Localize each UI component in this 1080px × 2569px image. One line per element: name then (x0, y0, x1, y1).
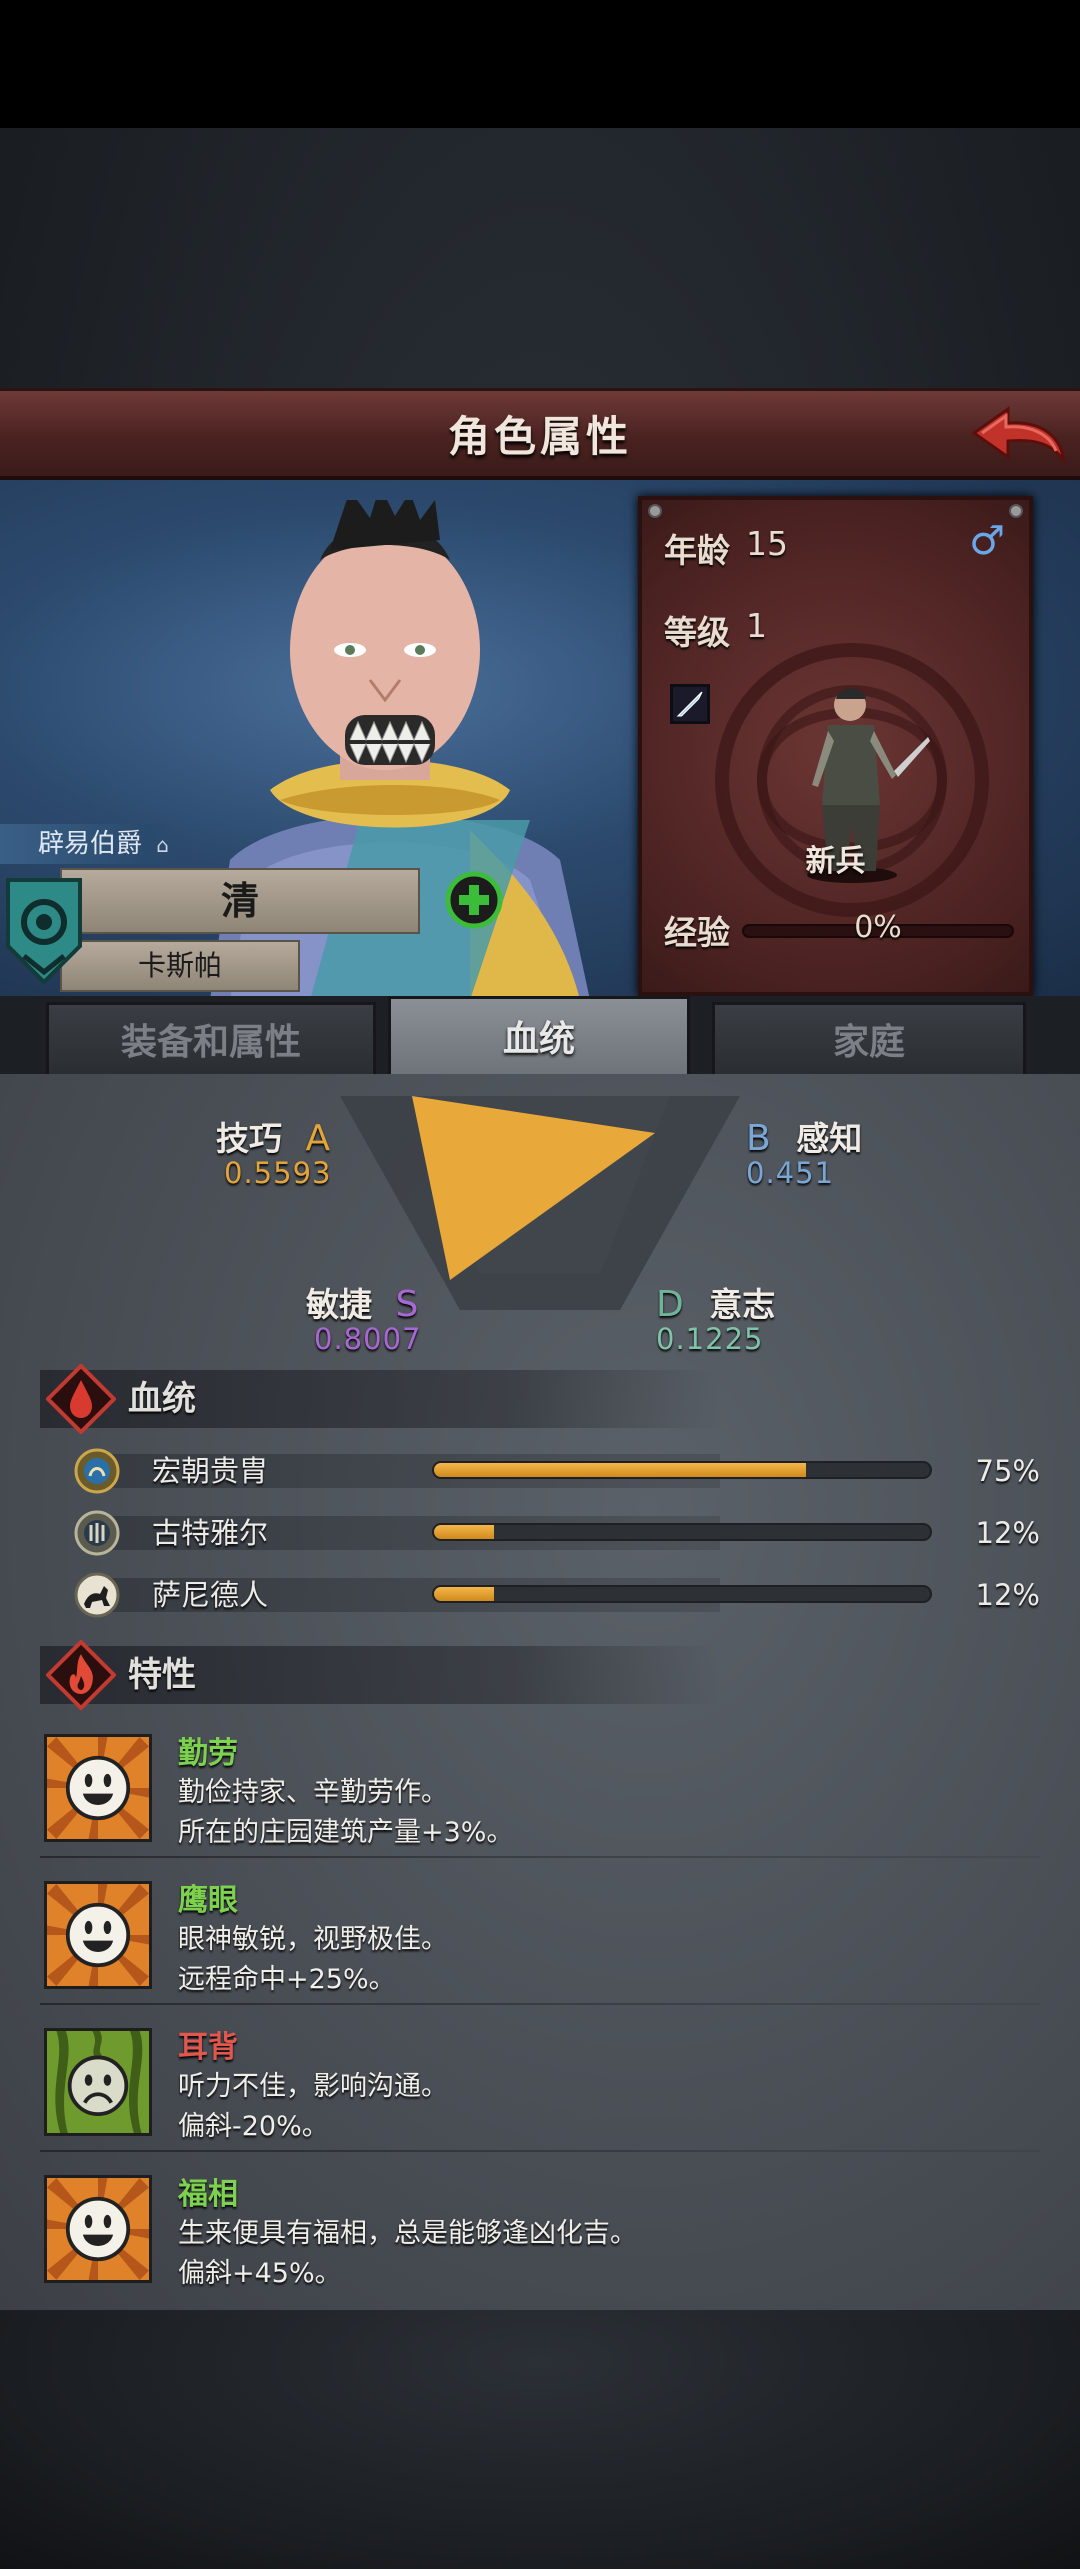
bloodline-row: 古特雅尔 12% (40, 1508, 1050, 1558)
bloodline-name: 萨尼德人 (152, 1578, 269, 1612)
happy-face-icon (44, 1881, 152, 1989)
flame-icon (46, 1640, 116, 1710)
character-name: 清 (220, 879, 259, 923)
age-value: 15 (746, 524, 788, 563)
trait-item[interactable]: 耳背 听力不佳，影响沟通。 偏斜-20%。 (40, 2020, 1040, 2152)
bloodline-content: 技巧 A 0.5593 B 感知 0.451 敏捷 S 0.8007 D 意志 … (0, 1074, 1080, 2310)
noble-title: 辟易伯爵 (38, 829, 143, 859)
tab-bar: 装备和属性 血统 家庭 (0, 996, 1080, 1078)
traits-section-title: 特性 (128, 1655, 196, 1695)
trait-effect: 远程命中+25%。 (178, 1964, 396, 1995)
tab-family[interactable]: 家庭 (712, 1002, 1026, 1078)
crown-icon: ⌂ (156, 833, 169, 857)
trait-name: 耳背 (178, 2030, 238, 2065)
rank-name: 新兵 (805, 844, 866, 879)
skill-label: 技巧 A (216, 1118, 331, 1159)
bloodline-section-header: 血统 (40, 1364, 720, 1434)
page-title: 角色属性 (447, 412, 632, 461)
pin-icon (1009, 504, 1023, 518)
back-arrow-icon[interactable] (968, 403, 1068, 471)
bloodline-row: 宏朝贵胄 75% (40, 1446, 1050, 1496)
pin-icon (648, 504, 662, 518)
will-value: 0.1225 (656, 1322, 764, 1356)
skill-value: 0.5593 (224, 1156, 332, 1190)
tab-equipment[interactable]: 装备和属性 (46, 1002, 376, 1078)
bloodline-percent: 75% (975, 1454, 1040, 1488)
imperial-emblem-icon (74, 1448, 120, 1494)
trait-description: 生来便具有福相，总是能够逢凶化吉。 (178, 2218, 637, 2249)
trait-name: 勤劳 (178, 1736, 238, 1771)
agility-grade: S (395, 1284, 419, 1325)
bloodline-percent: 12% (975, 1516, 1040, 1550)
perception-value: 0.451 (746, 1156, 835, 1190)
exp-label: 经验 (664, 913, 730, 952)
blood-drop-icon (46, 1364, 116, 1434)
trait-effect: 偏斜+45%。 (178, 2258, 342, 2289)
stats-card: 年龄 15 ♂ 等级 1 新兵 经验 0% (638, 496, 1033, 996)
trait-description: 眼神敏锐，视野极佳。 (178, 1924, 448, 1955)
age-label: 年龄 (664, 531, 730, 570)
sad-face-icon (44, 2028, 152, 2136)
trait-description: 勤俭持家、辛勤劳作。 (178, 1777, 448, 1808)
trait-name: 鹰眼 (178, 1883, 238, 1918)
bloodline-row: 萨尼德人 12% (40, 1570, 1050, 1620)
trait-item[interactable]: 勤劳 勤俭持家、辛勤劳作。 所在的庄园建筑产量+3%。 (40, 1726, 1040, 1858)
bloodline-section-title: 血统 (128, 1379, 196, 1419)
level-label: 等级 (664, 613, 730, 652)
trait-effect: 偏斜-20%。 (178, 2111, 329, 2142)
bloodline-name: 宏朝贵胄 (152, 1454, 269, 1488)
rider-emblem-icon (74, 1572, 120, 1618)
traits-section-header: 特性 (40, 1640, 720, 1710)
status-bar-area (0, 0, 1080, 128)
bottom-background (0, 2310, 1080, 2569)
trait-item[interactable]: 鹰眼 眼神敏锐，视野极佳。 远程命中+25%。 (40, 1873, 1040, 2005)
family-plate: 卡斯帕 (60, 940, 300, 992)
trait-effect: 所在的庄园建筑产量+3%。 (178, 1817, 514, 1848)
bloodline-bar (432, 1523, 932, 1541)
sword-skill-icon[interactable] (670, 684, 710, 724)
noble-title-tag: 辟易伯爵 ⌂ (0, 824, 180, 864)
skill-grade: A (305, 1118, 331, 1159)
will-grade: D (656, 1284, 684, 1325)
exp-value: 0% (854, 910, 902, 945)
agility-label: 敏捷 S (306, 1284, 419, 1325)
happy-face-icon (44, 2175, 152, 2283)
level-value: 1 (746, 606, 767, 645)
bloodline-bar (432, 1585, 932, 1603)
add-plus-icon[interactable] (444, 870, 504, 930)
tab-bloodline[interactable]: 血统 (388, 996, 690, 1078)
family-name: 卡斯帕 (137, 949, 222, 982)
will-label: D 意志 (656, 1284, 776, 1325)
bloodline-bar (432, 1461, 932, 1479)
agility-value: 0.8007 (314, 1322, 422, 1356)
name-plate[interactable]: 清 (60, 868, 420, 934)
tribal-emblem-icon (74, 1510, 120, 1556)
trait-item[interactable]: 福相 生来便具有福相，总是能够逢凶化吉。 偏斜+45%。 (40, 2167, 1040, 2299)
happy-face-icon (44, 1734, 152, 1842)
male-gender-icon: ♂ (969, 518, 1005, 564)
bloodline-name: 古特雅尔 (152, 1516, 269, 1550)
attribute-radar-chart (340, 1096, 740, 1310)
family-crest-icon[interactable] (4, 876, 84, 986)
trait-description: 听力不佳，影响沟通。 (178, 2071, 448, 2102)
trait-name: 福相 (178, 2177, 238, 2212)
perception-grade: B (746, 1118, 771, 1159)
bloodline-percent: 12% (975, 1578, 1040, 1612)
title-bar: 角色属性 (0, 388, 1080, 480)
perception-label: B 感知 (746, 1118, 863, 1159)
